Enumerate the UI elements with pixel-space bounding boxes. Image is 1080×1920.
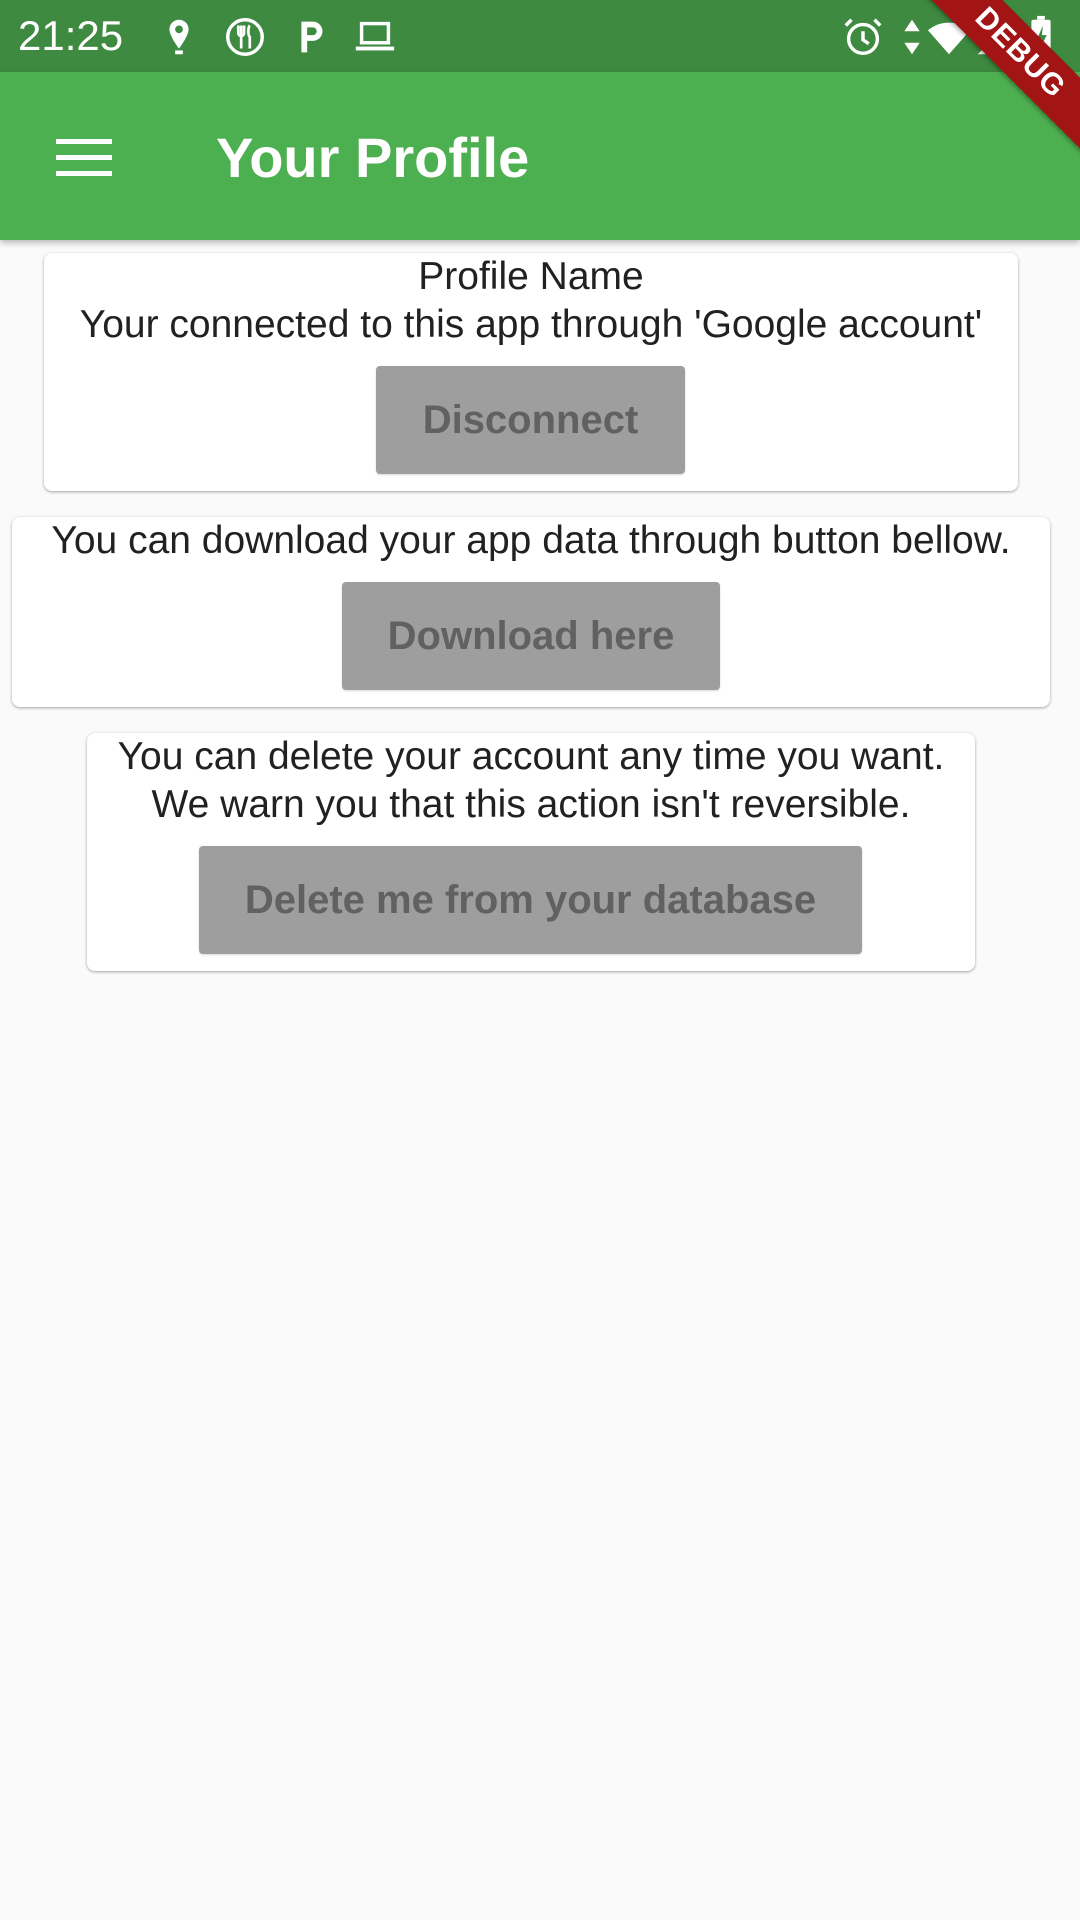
hamburger-menu-icon — [56, 139, 112, 176]
delete-warning-line1: You can delete your account any time you… — [117, 735, 945, 778]
delete-card: You can delete your account any time you… — [87, 733, 975, 971]
download-text: You can download your app data through b… — [51, 519, 1011, 562]
profile-name: Profile Name — [418, 255, 644, 298]
data-arrows-icon — [904, 19, 920, 55]
download-button[interactable]: Download here — [342, 582, 720, 690]
food-delivery-icon — [226, 18, 264, 56]
laptop-icon — [355, 21, 395, 51]
alarm-clock-icon — [844, 18, 882, 56]
disconnect-button[interactable]: Disconnect — [376, 366, 685, 474]
screen: 21:25 DEBUG Your Profile Profile Name Yo… — [0, 0, 1080, 1920]
status-time: 21:25 — [18, 12, 124, 59]
parking-p-icon — [301, 21, 323, 53]
menu-button[interactable] — [42, 116, 126, 200]
profile-card: Profile Name Your connected to this app … — [44, 253, 1018, 491]
location-pin-icon — [169, 19, 189, 55]
delete-account-button[interactable]: Delete me from your database — [199, 846, 862, 954]
page-title: Your Profile — [216, 126, 530, 189]
delete-warning-line2: We warn you that this action isn't rever… — [151, 783, 911, 826]
download-card: You can download your app data through b… — [12, 517, 1050, 707]
app-bar: Your Profile — [0, 72, 1080, 240]
status-bar: 21:25 — [0, 0, 1080, 72]
connection-text: Your connected to this app through 'Goog… — [79, 303, 983, 346]
